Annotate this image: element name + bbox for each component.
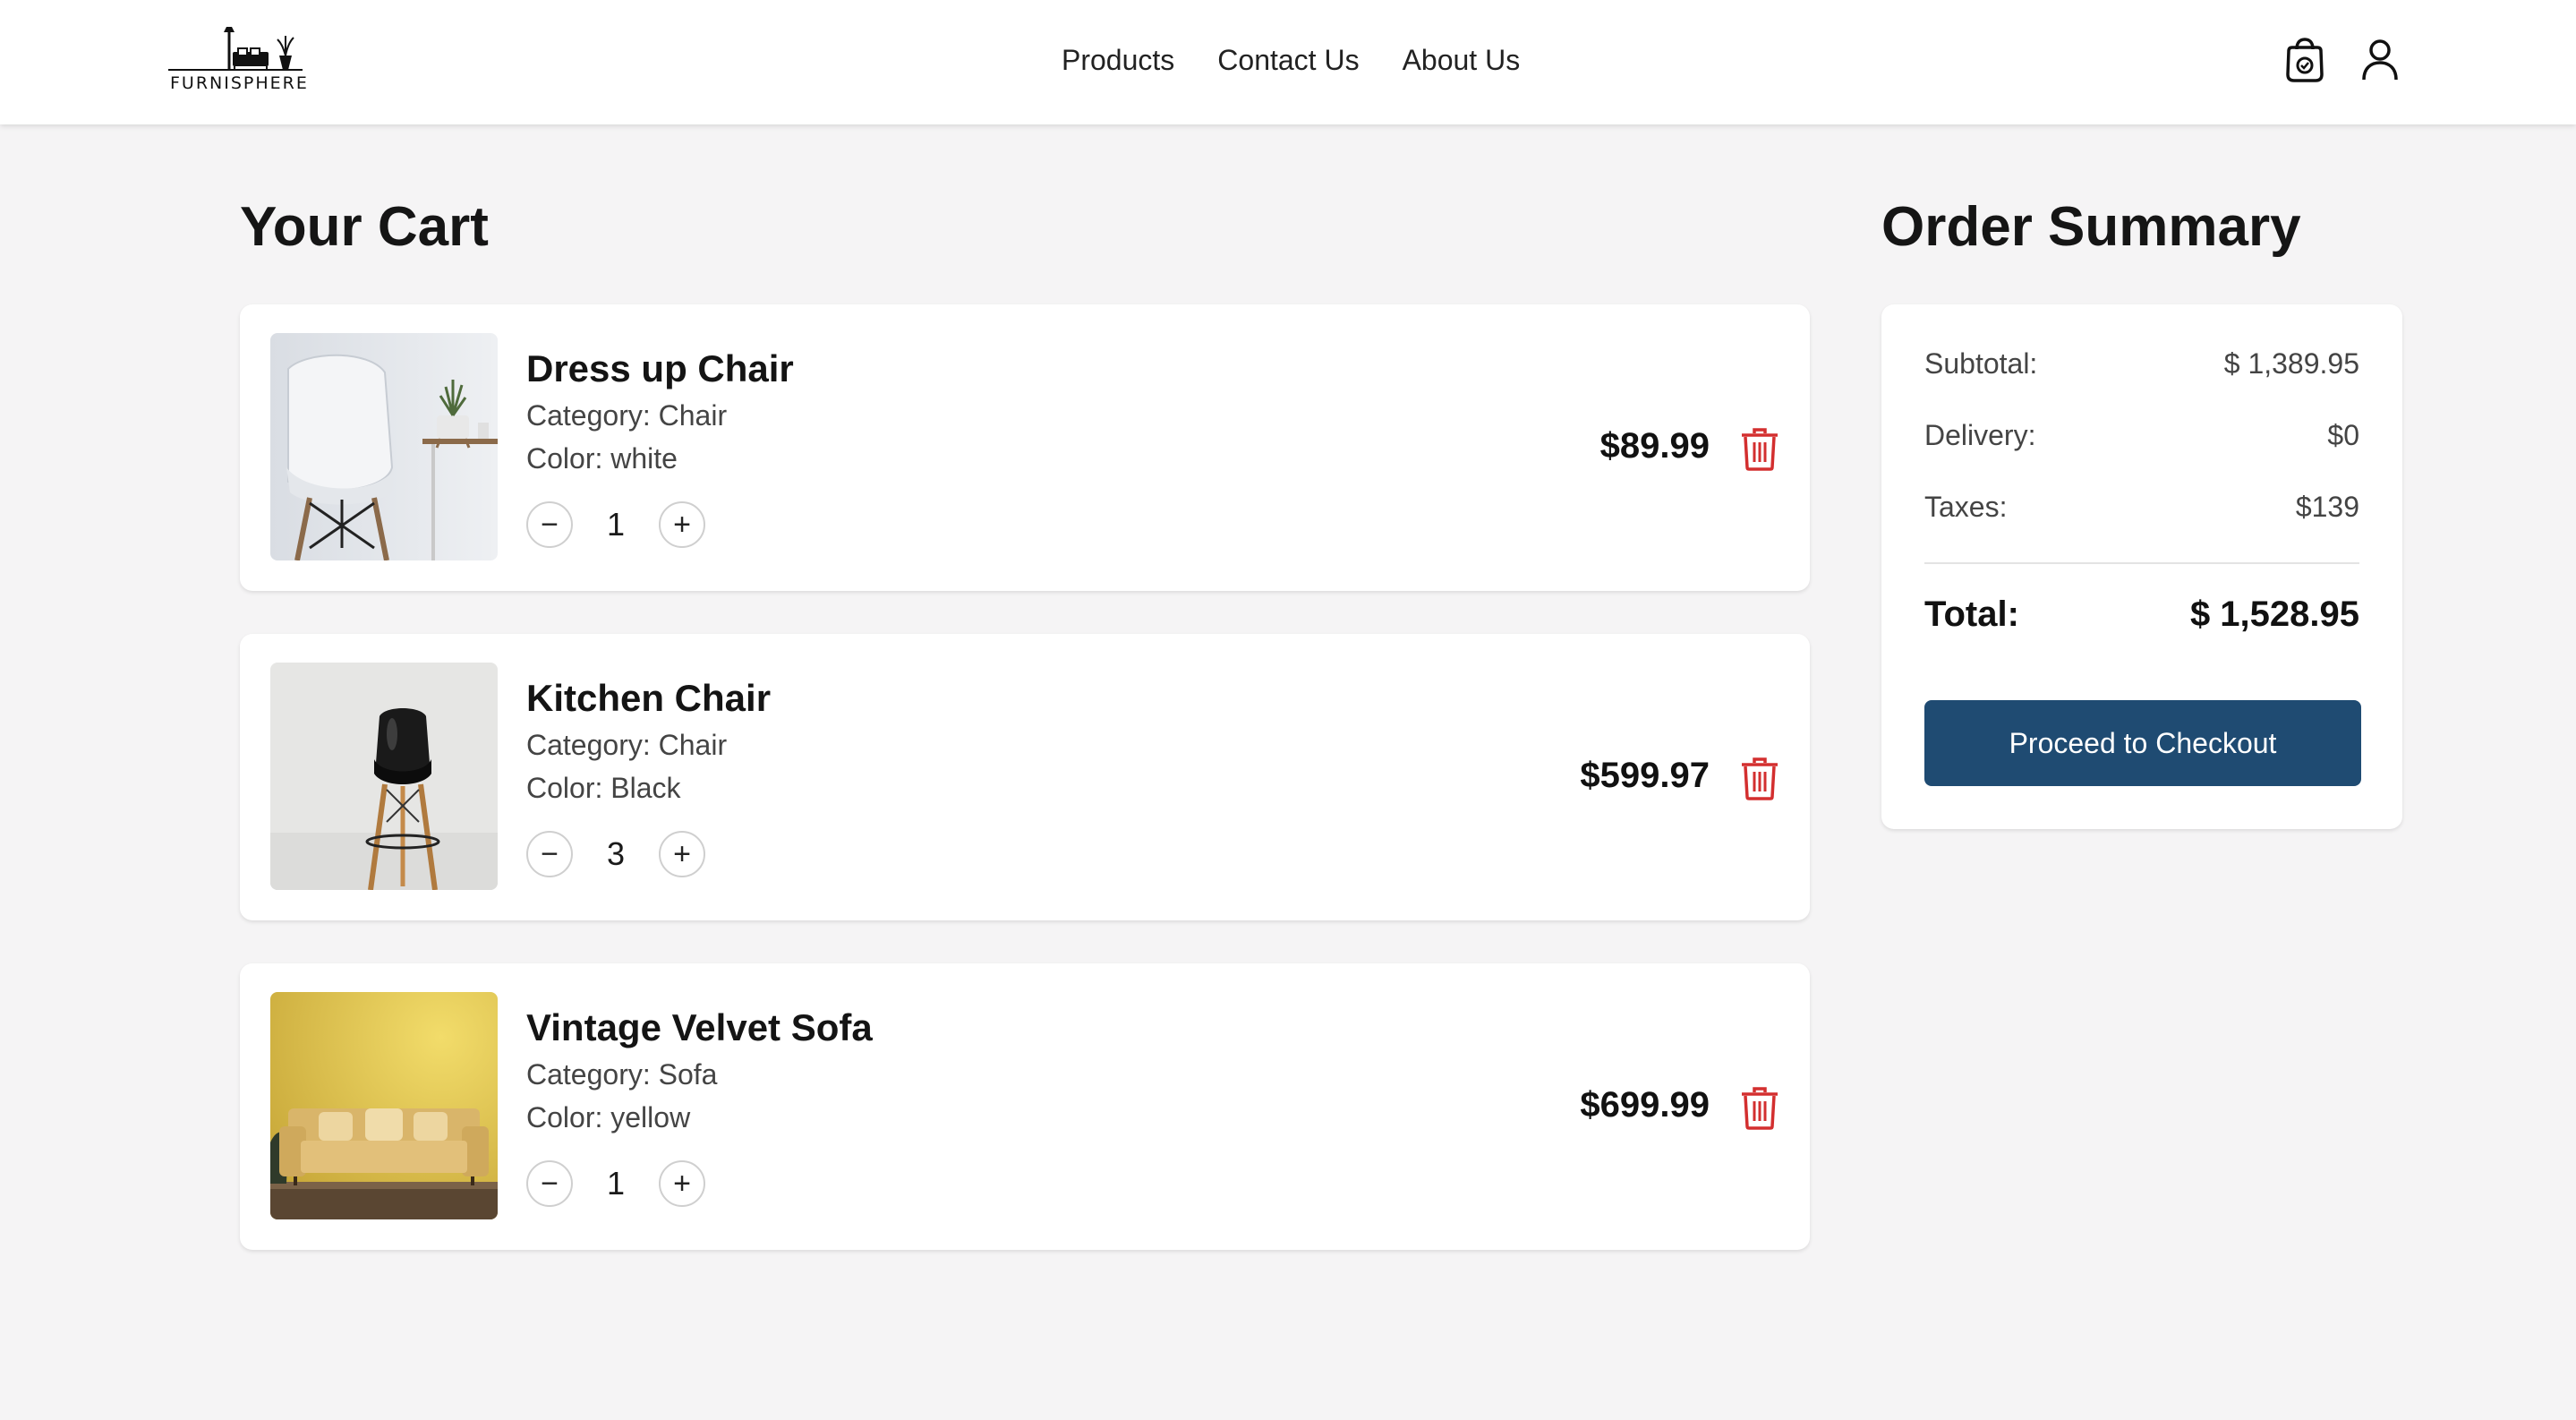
product-name: Kitchen Chair — [526, 677, 772, 719]
quantity-value: 3 — [606, 835, 626, 872]
taxes-value: $139 — [2295, 491, 2359, 523]
subtotal-label: Subtotal: — [1924, 347, 2038, 380]
delivery-value: $0 — [2327, 419, 2359, 451]
delivery-row: Delivery: $0 — [1924, 419, 2359, 452]
increase-quantity-button[interactable]: + — [659, 831, 705, 877]
subtotal-row: Subtotal: $ 1,389.95 — [1924, 347, 2359, 381]
cart-item: Kitchen Chair Category: Chair Color: Bla… — [240, 634, 1810, 920]
increase-quantity-button[interactable]: + — [659, 501, 705, 548]
product-color: Color: Black — [526, 772, 681, 804]
delete-item-icon[interactable] — [1740, 428, 1779, 471]
product-price: $89.99 — [1599, 426, 1710, 466]
order-summary-title: Order Summary — [1881, 196, 2301, 258]
cart-item: Vintage Velvet Sofa Category: Sofa Color… — [240, 963, 1810, 1250]
delete-item-icon[interactable] — [1740, 757, 1779, 800]
nav-about-us[interactable]: About Us — [1403, 40, 1521, 80]
product-category: Category: Sofa — [526, 1058, 718, 1091]
taxes-row: Taxes: $139 — [1924, 491, 2359, 524]
quantity-stepper: − 3 + — [526, 831, 705, 877]
product-image-white-chair[interactable] — [270, 333, 498, 560]
taxes-label: Taxes: — [1924, 491, 2008, 523]
decrease-quantity-button[interactable]: − — [526, 1160, 573, 1207]
product-price: $699.99 — [1580, 1085, 1710, 1125]
product-price: $599.97 — [1580, 756, 1710, 795]
delete-item-icon[interactable] — [1740, 1087, 1779, 1130]
total-value: $ 1,528.95 — [2189, 595, 2359, 634]
brand-name: FURNISPHERE — [170, 73, 309, 93]
furniture-logo-icon — [168, 27, 303, 71]
quantity-value: 1 — [606, 506, 626, 543]
product-category: Category: Chair — [526, 729, 728, 761]
quantity-stepper: − 1 + — [526, 501, 705, 548]
subtotal-value: $ 1,389.95 — [2223, 347, 2359, 380]
product-color: Color: yellow — [526, 1101, 691, 1133]
cart-item: Dress up Chair Category: Chair Color: wh… — [240, 304, 1810, 591]
product-color: Color: white — [526, 442, 678, 475]
brand-logo[interactable]: FURNISPHERE — [168, 25, 307, 97]
shopping-bag-icon[interactable] — [2281, 34, 2329, 86]
product-name: Vintage Velvet Sofa — [526, 1006, 873, 1048]
total-row: Total: $ 1,528.95 — [1924, 595, 2359, 635]
proceed-to-checkout-button[interactable]: Proceed to Checkout — [1924, 700, 2361, 786]
product-image-black-chair[interactable] — [270, 663, 498, 890]
quantity-value: 1 — [606, 1165, 626, 1202]
decrease-quantity-button[interactable]: − — [526, 831, 573, 877]
nav-contact-us[interactable]: Contact Us — [1217, 40, 1359, 80]
nav-products[interactable]: Products — [1062, 40, 1174, 80]
decrease-quantity-button[interactable]: − — [526, 501, 573, 548]
order-summary-card: Subtotal: $ 1,389.95 Delivery: $0 Taxes:… — [1881, 304, 2402, 829]
product-image-yellow-sofa[interactable] — [270, 992, 498, 1219]
cart-list: Dress up Chair Category: Chair Color: wh… — [240, 304, 1810, 1293]
total-label: Total: — [1924, 595, 2019, 634]
delivery-label: Delivery: — [1924, 419, 2036, 451]
product-category: Category: Chair — [526, 399, 728, 432]
cart-title: Your Cart — [240, 196, 489, 258]
main-nav: Products Contact Us About Us — [1062, 40, 1520, 80]
user-icon[interactable] — [2356, 34, 2404, 86]
summary-divider — [1924, 562, 2359, 564]
site-header: FURNISPHERE Products Contact Us About Us — [0, 0, 2576, 124]
quantity-stepper: − 1 + — [526, 1160, 705, 1207]
increase-quantity-button[interactable]: + — [659, 1160, 705, 1207]
product-name: Dress up Chair — [526, 347, 794, 389]
